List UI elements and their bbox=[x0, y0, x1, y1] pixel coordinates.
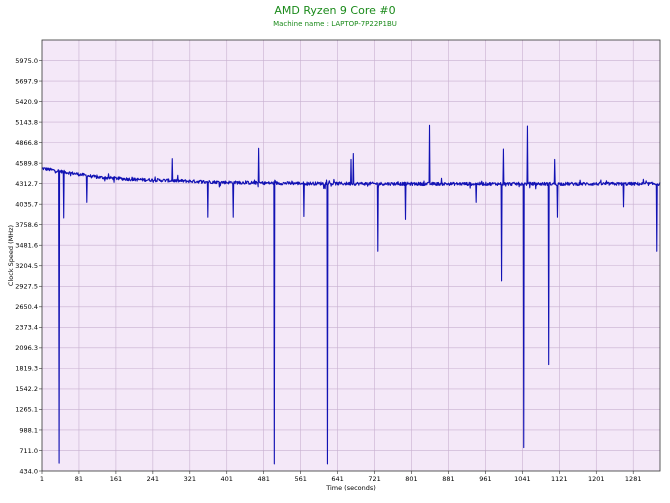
plot-area bbox=[42, 40, 660, 471]
y-tick-label: 2373.4 bbox=[15, 324, 38, 332]
y-tick-label: 5420.9 bbox=[15, 98, 38, 106]
y-tick-label: 3481.6 bbox=[15, 242, 38, 250]
x-tick-label: 81 bbox=[75, 475, 83, 483]
x-tick-label: 1 bbox=[40, 475, 44, 483]
y-tick-label: 1819.3 bbox=[15, 365, 38, 373]
y-tick-label: 4312.7 bbox=[15, 180, 38, 188]
x-tick-label: 481 bbox=[257, 475, 269, 483]
x-tick-label: 1121 bbox=[551, 475, 568, 483]
y-axis-label: Clock Speed (MHz) bbox=[7, 225, 15, 286]
x-axis-label: Time (seconds) bbox=[325, 484, 376, 492]
x-tick-label: 401 bbox=[221, 475, 233, 483]
x-tick-label: 1041 bbox=[514, 475, 531, 483]
y-tick-label: 4589.8 bbox=[15, 159, 38, 167]
x-tick-label: 561 bbox=[294, 475, 306, 483]
y-tick-label: 3758.6 bbox=[15, 221, 38, 229]
x-tick-label: 721 bbox=[368, 475, 380, 483]
y-tick-label: 5697.9 bbox=[15, 77, 38, 85]
y-tick-label: 2650.4 bbox=[15, 303, 38, 311]
clock-speed-chart: 1 81 161 241 321 401 481 561 641 721 801 881 961 1041… bbox=[7, 39, 661, 492]
y-tick-label: 988.1 bbox=[19, 426, 38, 434]
x-tick-label: 161 bbox=[110, 475, 122, 483]
y-tick-label: 4866.8 bbox=[15, 139, 38, 147]
y-tick-label: 1265.1 bbox=[15, 406, 38, 414]
x-tick-label: 1281 bbox=[625, 475, 642, 483]
y-tick-label: 2927.5 bbox=[15, 283, 38, 291]
y-tick-label: 434.0 bbox=[19, 467, 38, 475]
y-tick-label: 4035.7 bbox=[15, 200, 38, 208]
x-tick-label: 241 bbox=[147, 475, 159, 483]
y-axis-ticks: 434.0 711.0 988.1 1265.1 1542.2 1819.3 2096.3 2… bbox=[15, 57, 42, 475]
x-tick-label: 321 bbox=[184, 475, 196, 483]
x-tick-label: 1201 bbox=[588, 475, 605, 483]
y-tick-label: 2096.3 bbox=[15, 344, 38, 352]
x-tick-label: 961 bbox=[479, 475, 491, 483]
x-axis-ticks: 1 81 161 241 321 401 481 561 641 721 801 881 961 1041… bbox=[40, 471, 642, 483]
y-tick-label: 5143.8 bbox=[15, 118, 38, 126]
y-tick-label: 3204.5 bbox=[15, 262, 38, 270]
y-tick-label: 5975.0 bbox=[15, 57, 38, 65]
x-tick-label: 641 bbox=[331, 475, 343, 483]
x-tick-label: 801 bbox=[405, 475, 417, 483]
x-tick-label: 881 bbox=[442, 475, 454, 483]
y-tick-label: 711.0 bbox=[19, 447, 38, 455]
y-tick-label: 1542.2 bbox=[15, 385, 38, 393]
